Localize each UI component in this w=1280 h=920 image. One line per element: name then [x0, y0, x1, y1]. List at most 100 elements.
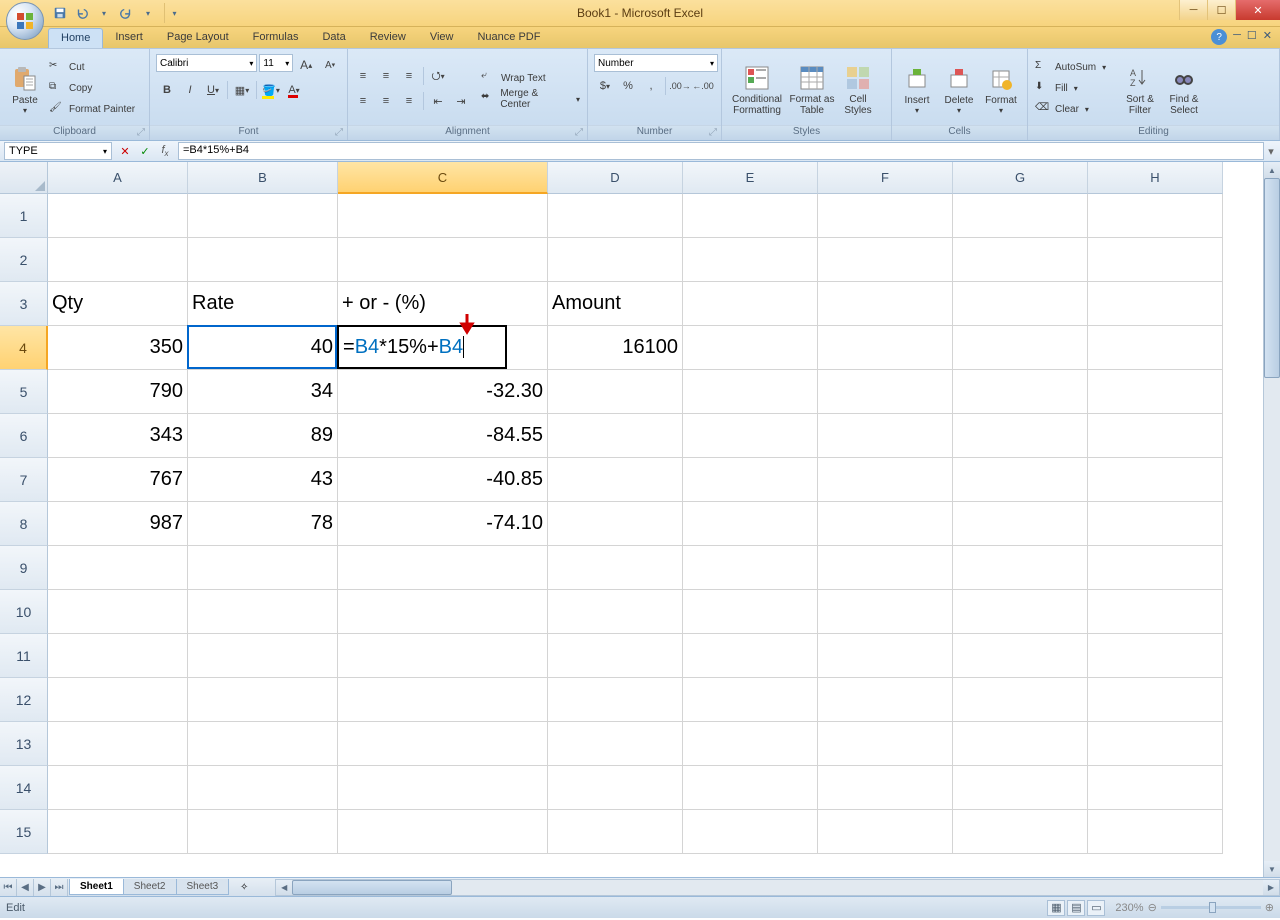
sort-filter-button[interactable]: AZSort & Filter	[1118, 56, 1162, 122]
row-header[interactable]: 9	[0, 546, 48, 590]
cell[interactable]	[953, 722, 1088, 766]
underline-icon[interactable]: U▾	[202, 79, 224, 101]
cell[interactable]	[548, 766, 683, 810]
cell[interactable]	[953, 414, 1088, 458]
decrease-decimal-icon[interactable]: ←.00	[692, 75, 714, 97]
cell[interactable]	[1088, 194, 1223, 238]
insert-function-icon[interactable]: fx	[156, 142, 174, 160]
column-header[interactable]: H	[1088, 162, 1223, 194]
row-header[interactable]: 13	[0, 722, 48, 766]
cell[interactable]	[48, 810, 188, 854]
dialog-launcher-icon[interactable]: ⤢	[707, 127, 719, 139]
redo-icon[interactable]	[116, 3, 136, 23]
zoom-out-icon[interactable]: ⊖	[1148, 901, 1157, 914]
cell[interactable]	[818, 238, 953, 282]
column-header[interactable]: F	[818, 162, 953, 194]
tab-data[interactable]: Data	[310, 28, 357, 48]
cell[interactable]	[953, 238, 1088, 282]
cell[interactable]	[548, 722, 683, 766]
maximize-button[interactable]: ☐	[1207, 0, 1235, 20]
copy-button[interactable]: ⧉Copy	[46, 79, 138, 99]
formula-input[interactable]: =B4*15%+B4	[178, 142, 1264, 160]
paste-button[interactable]: Paste▾	[4, 56, 46, 122]
cell[interactable]	[683, 194, 818, 238]
cell[interactable]	[548, 546, 683, 590]
cell[interactable]: -84.55	[338, 414, 548, 458]
cell[interactable]: -32.30	[338, 370, 548, 414]
font-color-icon[interactable]: A▾	[283, 79, 305, 101]
row-header[interactable]: 14	[0, 766, 48, 810]
shrink-font-icon[interactable]: A▾	[319, 54, 341, 76]
cell[interactable]	[1088, 810, 1223, 854]
cell[interactable]: 767	[48, 458, 188, 502]
cell[interactable]	[818, 282, 953, 326]
cell[interactable]	[1088, 590, 1223, 634]
cell[interactable]	[1088, 766, 1223, 810]
cut-button[interactable]: ✂Cut	[46, 58, 138, 78]
minimize-ribbon-icon[interactable]: ─	[1233, 29, 1241, 45]
new-sheet-button[interactable]: ✧	[233, 882, 255, 893]
sheet-tab[interactable]: Sheet3	[176, 879, 230, 895]
cell[interactable]: 43	[188, 458, 338, 502]
save-icon[interactable]	[50, 3, 70, 23]
cell[interactable]	[188, 194, 338, 238]
redo-dropdown-icon[interactable]: ▾	[138, 3, 158, 23]
bold-icon[interactable]: B	[156, 79, 178, 101]
wrap-text-button[interactable]: ⤶Wrap Text	[478, 68, 583, 88]
hscroll-thumb[interactable]	[292, 880, 452, 895]
cell[interactable]	[48, 722, 188, 766]
cell[interactable]	[683, 282, 818, 326]
format-as-table-button[interactable]: Format as Table	[788, 56, 836, 122]
increase-decimal-icon[interactable]: .00→	[669, 75, 691, 97]
cell[interactable]	[818, 458, 953, 502]
cell[interactable]	[188, 810, 338, 854]
sheet-tab[interactable]: Sheet1	[69, 879, 124, 895]
cell[interactable]	[683, 766, 818, 810]
cell[interactable]: + or - (%)	[338, 282, 548, 326]
undo-icon[interactable]	[72, 3, 92, 23]
cell[interactable]	[818, 678, 953, 722]
cell[interactable]: -74.10	[338, 502, 548, 546]
cell[interactable]	[818, 766, 953, 810]
row-header[interactable]: 5	[0, 370, 48, 414]
cell[interactable]	[548, 810, 683, 854]
cell[interactable]	[1088, 282, 1223, 326]
align-right-icon[interactable]: ≡	[398, 90, 420, 112]
format-painter-button[interactable]: 🖌Format Painter	[46, 100, 138, 120]
cell[interactable]	[953, 590, 1088, 634]
cell[interactable]: Qty	[48, 282, 188, 326]
help-icon[interactable]: ?	[1211, 29, 1227, 45]
cell[interactable]	[1088, 634, 1223, 678]
decrease-indent-icon[interactable]: ⇤	[427, 90, 449, 112]
percent-icon[interactable]: %	[617, 75, 639, 97]
undo-dropdown-icon[interactable]: ▾	[94, 3, 114, 23]
cell[interactable]	[953, 502, 1088, 546]
normal-view-icon[interactable]: ▦	[1047, 900, 1065, 916]
active-cell-editor[interactable]: =B4*15%+B4	[337, 325, 507, 369]
cell[interactable]	[953, 282, 1088, 326]
cell[interactable]	[953, 810, 1088, 854]
accounting-icon[interactable]: $▾	[594, 75, 616, 97]
cell[interactable]: 16100	[548, 326, 683, 370]
cell[interactable]	[188, 590, 338, 634]
cell[interactable]	[48, 546, 188, 590]
column-header[interactable]: G	[953, 162, 1088, 194]
dialog-launcher-icon[interactable]: ⤢	[573, 127, 585, 139]
enter-formula-icon[interactable]: ✓	[136, 142, 154, 160]
cell[interactable]	[188, 634, 338, 678]
row-header[interactable]: 6	[0, 414, 48, 458]
row-header[interactable]: 1	[0, 194, 48, 238]
fill-color-icon[interactable]: 🪣▾	[260, 79, 282, 101]
cell[interactable]	[48, 766, 188, 810]
comma-icon[interactable]: ,	[640, 75, 662, 97]
cell[interactable]	[818, 810, 953, 854]
delete-cells-button[interactable]: Delete▾	[938, 56, 980, 122]
cell[interactable]	[683, 502, 818, 546]
cell[interactable]	[683, 370, 818, 414]
expand-formula-bar-icon[interactable]: ▾	[1264, 142, 1278, 160]
cell[interactable]	[1088, 414, 1223, 458]
row-header[interactable]: 7	[0, 458, 48, 502]
row-header[interactable]: 12	[0, 678, 48, 722]
vertical-scrollbar[interactable]: ▲ ▼	[1263, 162, 1280, 877]
sheet-nav-prev-icon[interactable]: ◀	[17, 879, 34, 896]
